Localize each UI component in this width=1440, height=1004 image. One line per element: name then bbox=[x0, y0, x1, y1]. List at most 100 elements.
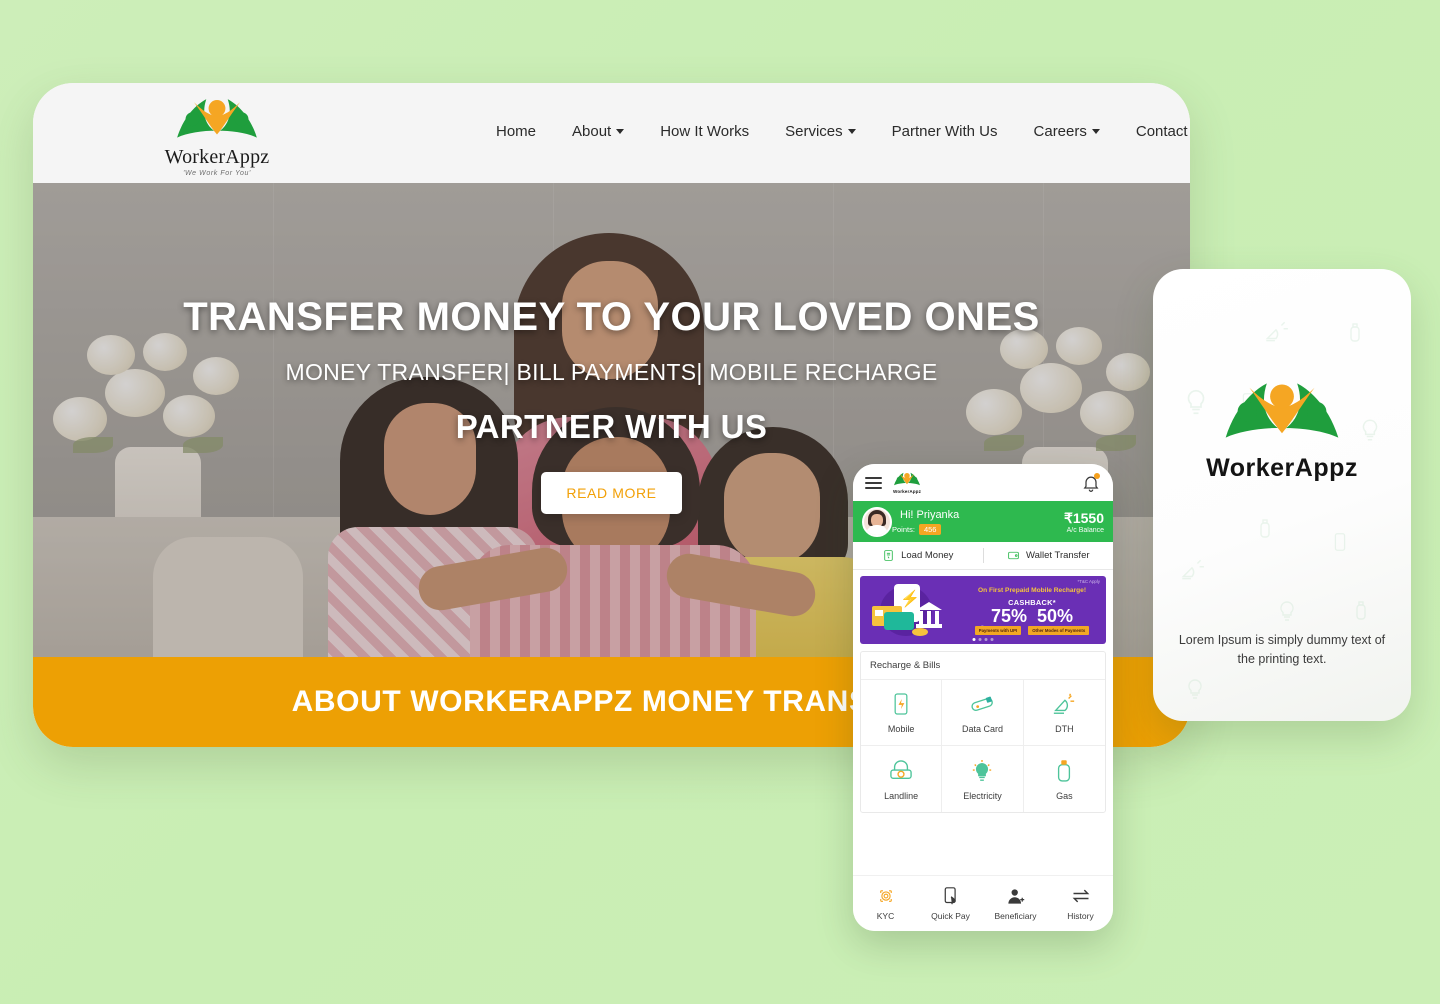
splash-logo-wordmark: WorkerAppz bbox=[1206, 454, 1358, 482]
tab-label-beneficiary: Beneficiary bbox=[994, 911, 1037, 921]
promo-tags: Payments with UPI Other Modes of Payment… bbox=[964, 626, 1100, 635]
read-more-button[interactable]: READ MORE bbox=[541, 472, 682, 514]
electricity-bulb-icon bbox=[971, 758, 993, 784]
load-money-label: Load Money bbox=[901, 550, 954, 561]
tab-kyc[interactable]: KYC bbox=[853, 886, 918, 921]
data-card-icon bbox=[969, 691, 995, 717]
mobile-app-mockup: WorkerAppz Hi! Priyanka Points: 456 ₹155… bbox=[853, 464, 1113, 931]
nav-item-label: About bbox=[572, 123, 612, 140]
nav-item-home[interactable]: Home bbox=[478, 123, 554, 140]
service-label-dth: DTH bbox=[1055, 724, 1074, 734]
nav-item-about[interactable]: About bbox=[554, 123, 642, 140]
service-dth[interactable]: DTH bbox=[1023, 680, 1105, 746]
service-gas[interactable]: Gas bbox=[1024, 746, 1105, 812]
nav-item-how-it-works[interactable]: How It Works bbox=[642, 123, 767, 140]
hero-subtitle-secondary: PARTNER WITH US bbox=[455, 408, 768, 445]
hamburger-menu-icon[interactable] bbox=[865, 476, 882, 489]
app-logo: WorkerAppz bbox=[892, 472, 922, 494]
promo-cashback-label: CASHBACK* bbox=[1008, 598, 1056, 607]
promo-banner[interactable]: ⚡ *T&C Apply On First Prepaid Mobile Rec… bbox=[860, 576, 1106, 644]
balance-amount: ₹1550 bbox=[1063, 509, 1104, 526]
hero-subtitle: MONEY TRANSFER| BILL PAYMENTS| MOBILE RE… bbox=[285, 359, 938, 385]
avatar[interactable] bbox=[862, 506, 892, 537]
load-money-button[interactable]: Load Money bbox=[853, 549, 983, 562]
service-mobile[interactable]: Mobile bbox=[861, 680, 943, 746]
site-header: WorkerAppz 'We Work For You' Home About Ho… bbox=[33, 83, 1190, 183]
nav-item-label: Home bbox=[496, 123, 537, 140]
tab-label-kyc: KYC bbox=[876, 911, 895, 921]
workerappz-logo-icon bbox=[177, 99, 257, 138]
nav-item-label: Partner With Us bbox=[891, 123, 998, 140]
dth-dish-watermark-icon-2 bbox=[1181, 559, 1204, 580]
notification-bell-icon[interactable] bbox=[1081, 472, 1101, 494]
app-logo-wordmark: WorkerAppz bbox=[893, 488, 921, 494]
tab-label-history: History bbox=[1067, 911, 1094, 921]
splash-description: Lorem Ipsum is simply dummy text of the … bbox=[1178, 633, 1386, 666]
promo-illustration: ⚡ bbox=[870, 584, 958, 638]
beneficiary-icon bbox=[1006, 886, 1025, 906]
balance-block: ₹1550 A/c Balance bbox=[1064, 510, 1104, 534]
promo-tag-upi: Payments with UPI bbox=[974, 626, 1022, 635]
nav-item-label: Services bbox=[785, 123, 843, 140]
service-electricity[interactable]: Electricity bbox=[942, 746, 1024, 812]
nav-item-label: Careers bbox=[1033, 123, 1087, 140]
tab-quick-pay[interactable]: Quick Pay bbox=[918, 886, 983, 921]
promo-headline: On First Prepaid Mobile Recharge! bbox=[977, 587, 1087, 594]
carousel-dots[interactable] bbox=[972, 638, 994, 641]
nav-item-careers[interactable]: Careers bbox=[1016, 123, 1118, 140]
tab-beneficiary[interactable]: Beneficiary bbox=[983, 886, 1048, 921]
quick-pay-icon bbox=[942, 886, 960, 906]
app-splash-screen-mockup: WorkerAppz Lorem Ipsum is simply dummy t… bbox=[1153, 269, 1411, 721]
promo-percent-other: 50% bbox=[1037, 606, 1074, 626]
nav-item-contact-us[interactable]: Contact Us bbox=[1118, 123, 1190, 140]
load-money-icon bbox=[884, 550, 893, 561]
mobile-watermark-icon-2 bbox=[1334, 533, 1346, 551]
service-label-electricity: Electricity bbox=[963, 790, 1002, 801]
points-row: Points: 456 bbox=[892, 523, 959, 535]
electricity-bulb-watermark-icon-4 bbox=[1188, 679, 1202, 699]
electricity-bulb-watermark-icon-3 bbox=[1280, 601, 1294, 621]
logo-wordmark: WorkerAppz bbox=[164, 146, 270, 168]
quick-actions-row: Load Money Wallet Transfer bbox=[853, 542, 1113, 570]
landline-phone-icon bbox=[889, 758, 913, 784]
greeting-text: Hi! Priyanka bbox=[900, 508, 960, 521]
gas-cylinder-watermark-icon-2 bbox=[1260, 519, 1270, 538]
recharge-and-bills-card: Recharge & Bills Mobile Data Card DTH La… bbox=[860, 651, 1106, 813]
chevron-down-icon bbox=[616, 129, 625, 134]
wallet-transfer-button[interactable]: Wallet Transfer bbox=[984, 549, 1114, 562]
main-navigation: Home About How It Works Services Partner Wit… bbox=[478, 123, 1190, 140]
promo-terms: *T&C Apply bbox=[1077, 579, 1100, 584]
fingerprint-icon bbox=[877, 886, 895, 906]
points-badge: 456 bbox=[918, 523, 942, 535]
site-logo[interactable]: WorkerAppz 'We Work For You' bbox=[137, 97, 297, 177]
promo-percent-upi: 75% bbox=[990, 606, 1027, 626]
profile-bar: Hi! Priyanka Points: 456 ₹1550 A/c Balan… bbox=[853, 501, 1113, 542]
dth-dish-icon bbox=[1052, 691, 1076, 717]
service-label-data-card: Data Card bbox=[961, 724, 1003, 734]
notification-dot bbox=[1094, 472, 1100, 479]
gas-cylinder-watermark-icon-3 bbox=[1356, 601, 1366, 620]
about-band-title: ABOUT WORKERAPPZ MONEY TRANSFER bbox=[291, 685, 932, 718]
service-data-card[interactable]: Data Card bbox=[942, 680, 1024, 746]
nav-item-services[interactable]: Services bbox=[767, 123, 874, 140]
nav-item-label: How It Works bbox=[660, 123, 750, 140]
service-label-mobile: Mobile bbox=[887, 724, 915, 734]
section-title: Recharge & Bills bbox=[861, 652, 1105, 680]
wallet-transfer-icon bbox=[1008, 551, 1019, 560]
workerappz-logo-icon-small bbox=[894, 472, 920, 485]
points-label: Points: bbox=[892, 524, 915, 534]
dth-dish-watermark-icon bbox=[1265, 321, 1288, 342]
chevron-down-icon bbox=[847, 129, 856, 134]
app-header: WorkerAppz bbox=[853, 464, 1113, 501]
promo-tag-other: Other Modes of Payments bbox=[1028, 626, 1090, 635]
nav-item-partner-with-us[interactable]: Partner With Us bbox=[874, 123, 1016, 140]
splash-logo: WorkerAppz bbox=[1153, 381, 1411, 483]
promo-percentages: 75% 50% bbox=[964, 607, 1100, 625]
gas-cylinder-watermark-icon bbox=[1350, 323, 1360, 342]
services-grid: Mobile Data Card DTH Landline Electricit… bbox=[861, 680, 1105, 812]
service-landline[interactable]: Landline bbox=[861, 746, 943, 812]
tab-history[interactable]: History bbox=[1048, 886, 1113, 921]
wallet-transfer-label: Wallet Transfer bbox=[1025, 550, 1090, 561]
tab-label-quick-pay: Quick Pay bbox=[931, 911, 970, 921]
hero-title: TRANSFER MONEY TO YOUR LOVED ONES bbox=[183, 295, 1040, 339]
